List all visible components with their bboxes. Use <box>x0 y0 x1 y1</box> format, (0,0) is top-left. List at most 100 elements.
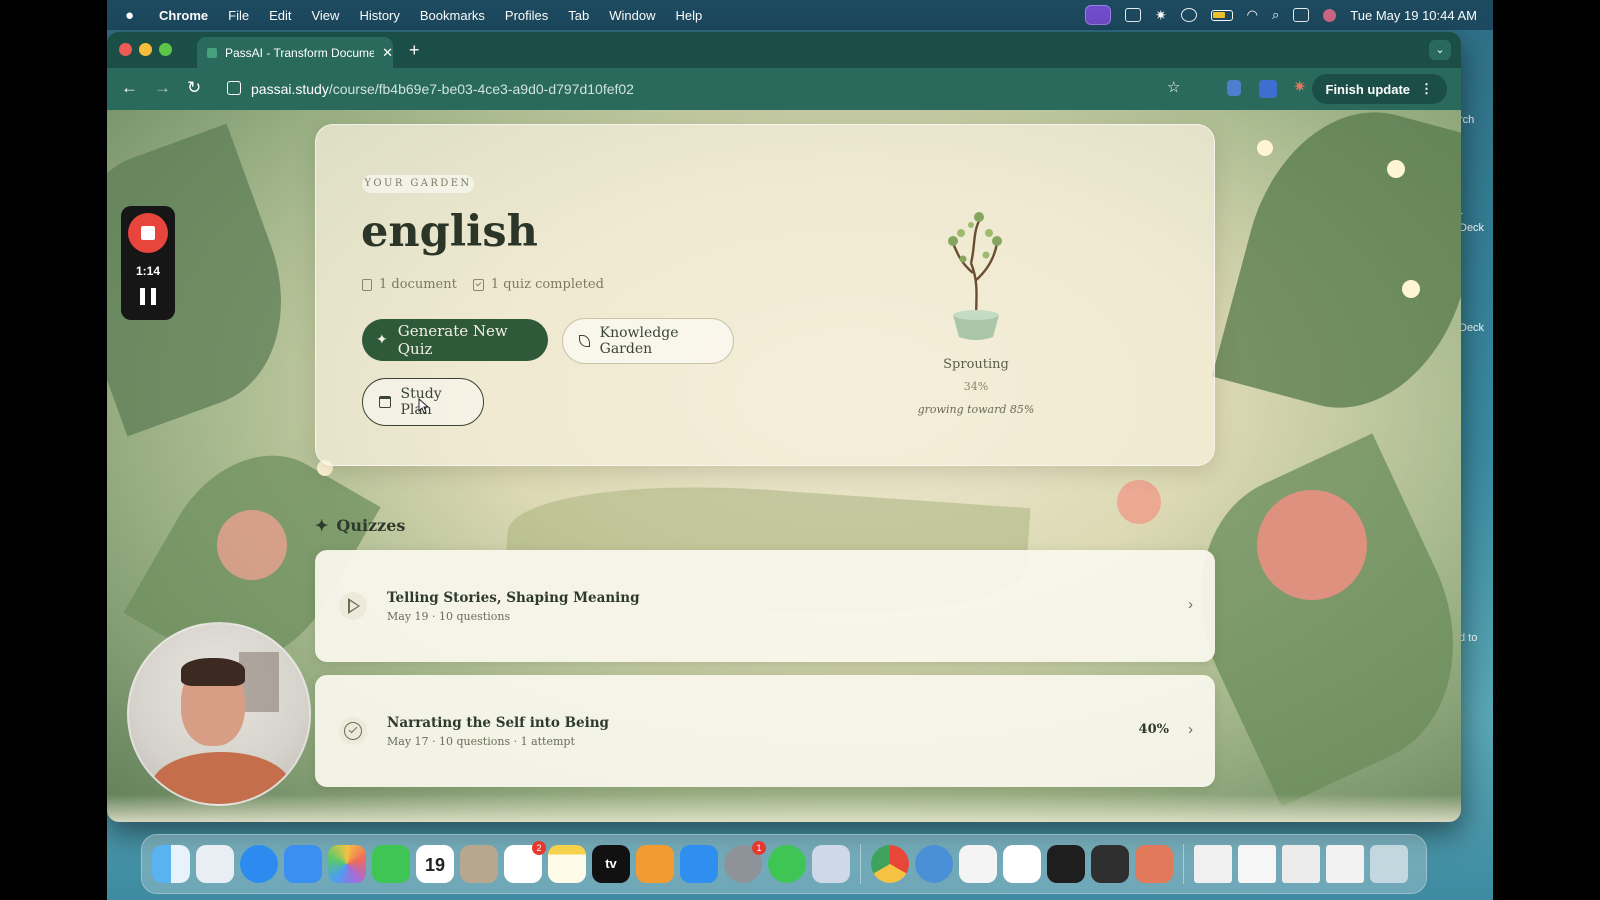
menu-history[interactable]: History <box>359 8 399 23</box>
back-icon[interactable]: ← <box>121 78 138 98</box>
keynote-icon[interactable] <box>1091 845 1129 883</box>
iphone-mirroring-icon[interactable] <box>812 845 850 883</box>
quiz-meta: May 17 · 10 questions · 1 attempt <box>387 735 575 748</box>
sparkle-icon: ✦ <box>376 332 388 348</box>
menu-window[interactable]: Window <box>609 8 655 23</box>
reload-icon[interactable]: ↻ <box>187 78 201 98</box>
mail-icon[interactable] <box>284 845 322 883</box>
app-store-icon[interactable] <box>680 845 718 883</box>
course-title: english <box>361 207 538 257</box>
close-tab-icon[interactable]: ✕ <box>382 45 393 61</box>
trash-icon[interactable] <box>1370 845 1408 883</box>
spotlight-search-icon[interactable]: ⌕ <box>1272 7 1279 23</box>
terminal-icon[interactable] <box>1047 845 1085 883</box>
recent-document-thumbnail[interactable] <box>1194 845 1232 883</box>
quiz-play-button[interactable] <box>339 592 367 620</box>
minimize-window-button[interactable] <box>139 43 152 56</box>
quizzes-title: Quizzes <box>336 516 406 535</box>
quizzes-section-header: ✦ Quizzes <box>315 516 405 535</box>
contacts-icon[interactable] <box>460 845 498 883</box>
bookmark-star-icon[interactable]: ☆ <box>1167 78 1180 96</box>
launchpad-icon[interactable] <box>196 845 234 883</box>
facetime-icon[interactable] <box>372 845 410 883</box>
recent-document-thumbnail[interactable] <box>1326 845 1364 883</box>
plumeria-flower-decoration <box>1387 160 1405 178</box>
active-tab[interactable]: PassAI - Transform Document ✕ <box>197 37 393 68</box>
presenter-hair <box>181 658 245 686</box>
maximize-window-button[interactable] <box>159 43 172 56</box>
status-app-icon[interactable] <box>1124 8 1141 22</box>
finder-helper-icon[interactable] <box>915 845 953 883</box>
new-tab-button[interactable]: + <box>409 40 420 61</box>
sparkle-icon: ✦ <box>315 516 329 535</box>
photos-icon[interactable] <box>328 845 366 883</box>
garden-eyebrow: YOUR GARDEN <box>362 175 474 193</box>
quiz-card[interactable]: Telling Stories, Shaping Meaning May 19 … <box>315 550 1215 662</box>
translate-extension-icon[interactable] <box>1259 80 1277 98</box>
finish-update-button[interactable]: Finish update ⋮ <box>1311 74 1447 104</box>
quiz-status <box>339 717 367 745</box>
plumeria-flower-decoration <box>1402 280 1420 298</box>
pages-icon[interactable] <box>636 845 674 883</box>
recent-document-thumbnail[interactable] <box>1238 845 1276 883</box>
menu-clock[interactable]: Tue May 19 10:44 AM <box>1350 8 1477 23</box>
macos-menu-bar: ● Chrome File Edit View History Bookmark… <box>107 0 1493 30</box>
apple-menu-icon[interactable]: ● <box>125 7 139 24</box>
textedit-icon[interactable] <box>959 845 997 883</box>
menu-profiles[interactable]: Profiles <box>505 8 548 23</box>
notes-icon[interactable] <box>548 845 586 883</box>
menu-help[interactable]: Help <box>676 8 703 23</box>
hibiscus-flower-decoration <box>1117 480 1161 524</box>
chevron-right-icon[interactable]: › <box>1188 721 1193 738</box>
menu-view[interactable]: View <box>311 8 339 23</box>
menu-tab[interactable]: Tab <box>568 8 589 23</box>
screen-recorder-icon[interactable] <box>1084 5 1111 25</box>
chatgpt-icon[interactable] <box>1003 845 1041 883</box>
dock-separator <box>860 844 861 884</box>
wifi-icon[interactable]: ◠ <box>1247 7 1258 23</box>
tab-title: PassAI - Transform Document <box>225 45 375 60</box>
control-center-icon[interactable] <box>1293 8 1310 22</box>
brightness-icon[interactable]: ✷ <box>1155 7 1167 24</box>
chrome-icon[interactable] <box>871 845 909 883</box>
more-menu-icon[interactable]: ⋮ <box>1420 81 1433 97</box>
apple-tv-icon[interactable]: tv <box>592 845 630 883</box>
safari-icon[interactable] <box>240 845 278 883</box>
menu-edit[interactable]: Edit <box>269 8 291 23</box>
reminders-icon[interactable]: 2 <box>504 841 546 883</box>
quiz-card[interactable]: Narrating the Self into Being May 17 · 1… <box>315 675 1215 787</box>
claude-extension-icon[interactable]: ✷ <box>1293 77 1311 96</box>
calendar-icon <box>379 396 391 408</box>
battery-icon[interactable] <box>1210 9 1233 21</box>
extension-icon[interactable] <box>1227 80 1241 96</box>
generate-quiz-button[interactable]: ✦ Generate New Quiz <box>362 319 548 361</box>
chevron-right-icon[interactable]: › <box>1188 596 1193 613</box>
growth-target: growing toward 85% <box>917 403 1035 416</box>
tab-search-button[interactable]: ⌄ <box>1429 40 1451 60</box>
claude-icon[interactable] <box>1135 845 1173 883</box>
pause-recording-button[interactable] <box>140 288 156 305</box>
recent-document-thumbnail[interactable] <box>1282 845 1320 883</box>
menu-file[interactable]: File <box>228 8 249 23</box>
siri-icon[interactable] <box>1323 8 1337 22</box>
menu-app-name[interactable]: Chrome <box>159 8 208 23</box>
address-toolbar: ← → ↻ passai.study/course/fb4b69e7-be03-… <box>107 68 1461 110</box>
calendar-icon[interactable]: 19 <box>416 845 454 883</box>
jungle-leaf-decoration <box>1211 110 1461 434</box>
url-path: /course/fb4b69e7-be03-4ce3-a9d0-d797d10f… <box>328 81 634 97</box>
finder-icon[interactable] <box>152 845 190 883</box>
menu-bookmarks[interactable]: Bookmarks <box>420 8 485 23</box>
study-plan-label: Study Plan <box>400 386 442 418</box>
openai-status-icon[interactable] <box>1180 8 1197 22</box>
quiz-title: Narrating the Self into Being <box>387 715 609 731</box>
system-settings-icon[interactable]: 1 <box>724 841 766 883</box>
quiz-completed-count: 1 quiz completed <box>472 277 604 292</box>
close-window-button[interactable] <box>119 43 132 56</box>
forward-icon[interactable]: → <box>154 78 171 98</box>
address-bar[interactable]: passai.study/course/fb4b69e7-be03-4ce3-a… <box>227 74 1187 104</box>
stop-recording-button[interactable] <box>128 213 168 253</box>
whatsapp-icon[interactable] <box>768 845 806 883</box>
site-settings-icon[interactable] <box>227 81 241 95</box>
settings-badge: 1 <box>752 841 766 855</box>
knowledge-garden-button[interactable]: Knowledge Garden <box>562 318 734 364</box>
